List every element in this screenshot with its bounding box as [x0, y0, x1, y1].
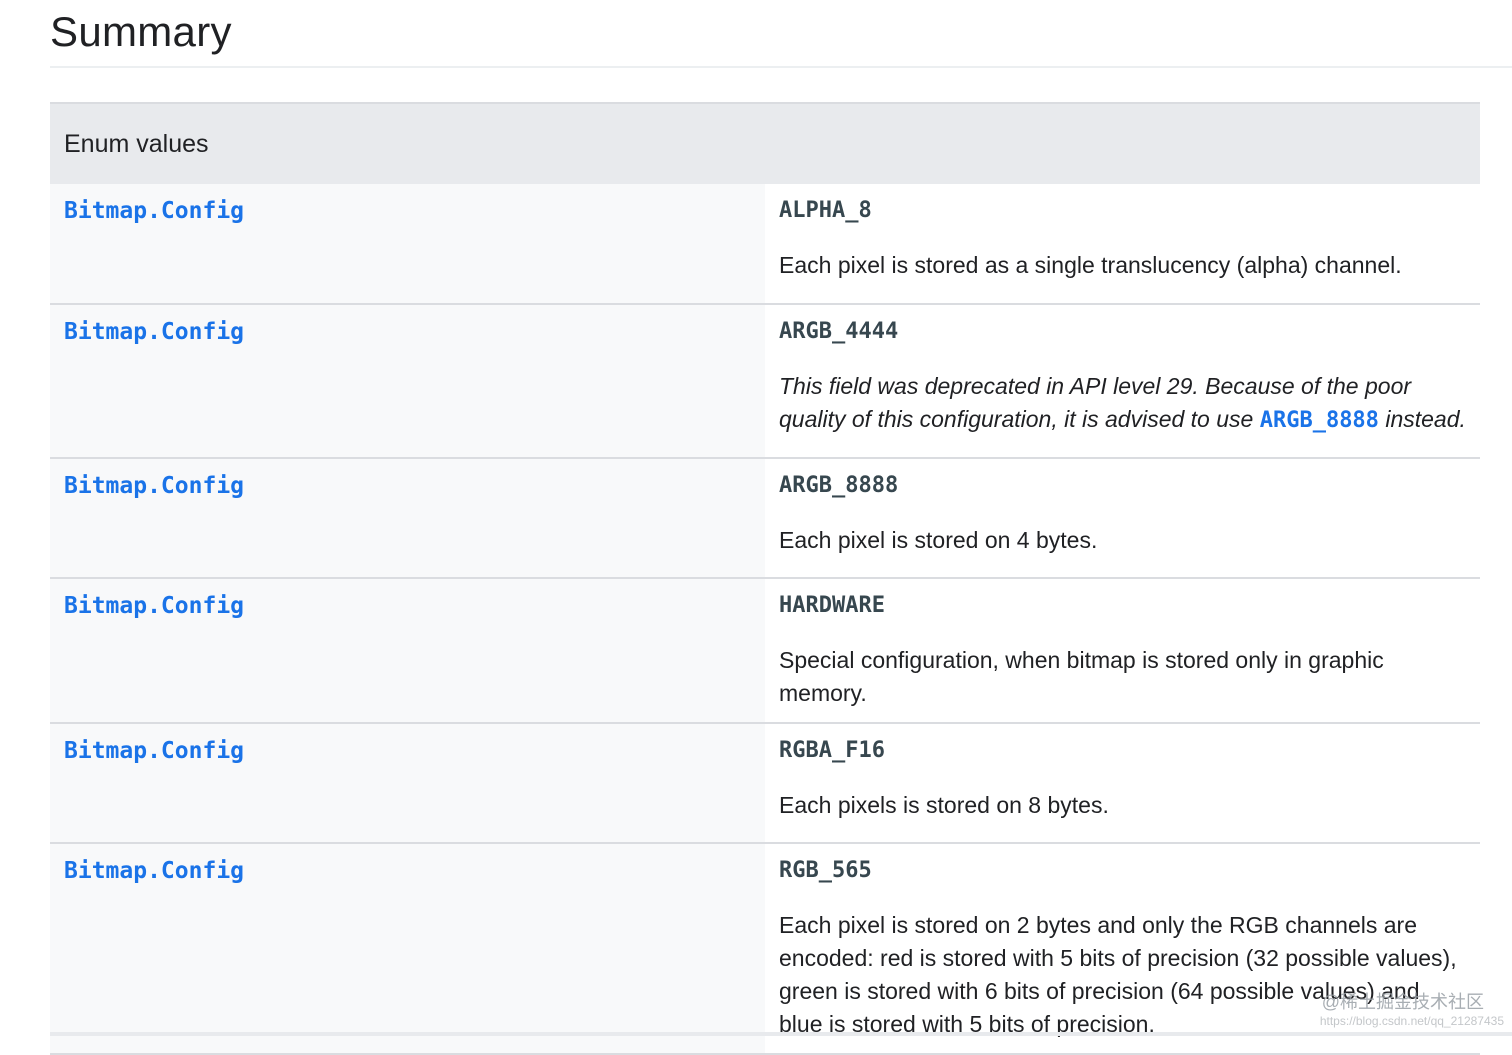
type-cell: Bitmap.Config — [50, 723, 765, 844]
bottom-divider — [50, 1032, 1512, 1036]
bitmap-config-link[interactable]: Bitmap.Config — [64, 738, 751, 764]
enum-value-description: Each pixel is stored on 4 bytes. — [779, 527, 1098, 553]
enum-value-name: RGB_565 — [779, 858, 872, 883]
watermark: @稀土掘金技术社区 — [1321, 992, 1484, 1012]
value-cell: ALPHA_8 Each pixel is stored as a single… — [765, 184, 1480, 305]
title-divider — [50, 66, 1512, 68]
type-cell: Bitmap.Config — [50, 184, 765, 305]
argb-8888-link[interactable]: ARGB_8888 — [1260, 408, 1379, 433]
enum-value-description: Each pixel is stored as a single translu… — [779, 252, 1402, 278]
table-row: Bitmap.Config ALPHA_8 Each pixel is stor… — [50, 184, 1480, 305]
watermark-url: https://blog.csdn.net/qq_21287435 — [1319, 1014, 1504, 1028]
type-cell: Bitmap.Config — [50, 458, 765, 579]
enum-value-name: HARDWARE — [779, 593, 885, 618]
value-cell: RGBA_F16 Each pixels is stored on 8 byte… — [765, 723, 1480, 844]
value-cell: ARGB_8888 Each pixel is stored on 4 byte… — [765, 458, 1480, 579]
bitmap-config-link[interactable]: Bitmap.Config — [64, 473, 751, 499]
table-row: Bitmap.Config ARGB_8888 Each pixel is st… — [50, 458, 1480, 579]
table-header-row: Enum values — [50, 102, 1480, 184]
enum-value-description: Special configuration, when bitmap is st… — [779, 647, 1384, 706]
value-cell: ARGB_4444 This field was deprecated in A… — [765, 304, 1480, 459]
enum-value-name: ARGB_4444 — [779, 319, 899, 344]
enum-value-name: ALPHA_8 — [779, 198, 872, 223]
type-cell: Bitmap.Config — [50, 843, 765, 1055]
enum-value-name: RGBA_F16 — [779, 738, 885, 763]
table-row: Bitmap.Config RGBA_F16 Each pixels is st… — [50, 723, 1480, 844]
page-title: Summary — [50, 8, 232, 55]
enum-value-description: Each pixels is stored on 8 bytes. — [779, 792, 1109, 818]
value-cell: HARDWARE Special configuration, when bit… — [765, 578, 1480, 724]
bitmap-config-link[interactable]: Bitmap.Config — [64, 319, 751, 345]
deprecation-text-end: instead. — [1378, 406, 1466, 432]
type-cell: Bitmap.Config — [50, 304, 765, 459]
bitmap-config-link[interactable]: Bitmap.Config — [64, 858, 751, 884]
table-row: Bitmap.Config ARGB_4444 This field was d… — [50, 304, 1480, 459]
table-row: Bitmap.Config RGB_565 Each pixel is stor… — [50, 843, 1480, 1055]
bitmap-config-link[interactable]: Bitmap.Config — [64, 593, 751, 619]
enum-value-name: ARGB_8888 — [779, 473, 899, 498]
table-header: Enum values — [50, 102, 1480, 184]
table-row: Bitmap.Config HARDWARE Special configura… — [50, 578, 1480, 724]
type-cell: Bitmap.Config — [50, 578, 765, 724]
bitmap-config-link[interactable]: Bitmap.Config — [64, 198, 751, 224]
deprecation-notice: This field was deprecated in API level 2… — [779, 370, 1466, 449]
enum-values-table: Enum values Bitmap.Config ALPHA_8 Each p… — [50, 102, 1480, 1055]
